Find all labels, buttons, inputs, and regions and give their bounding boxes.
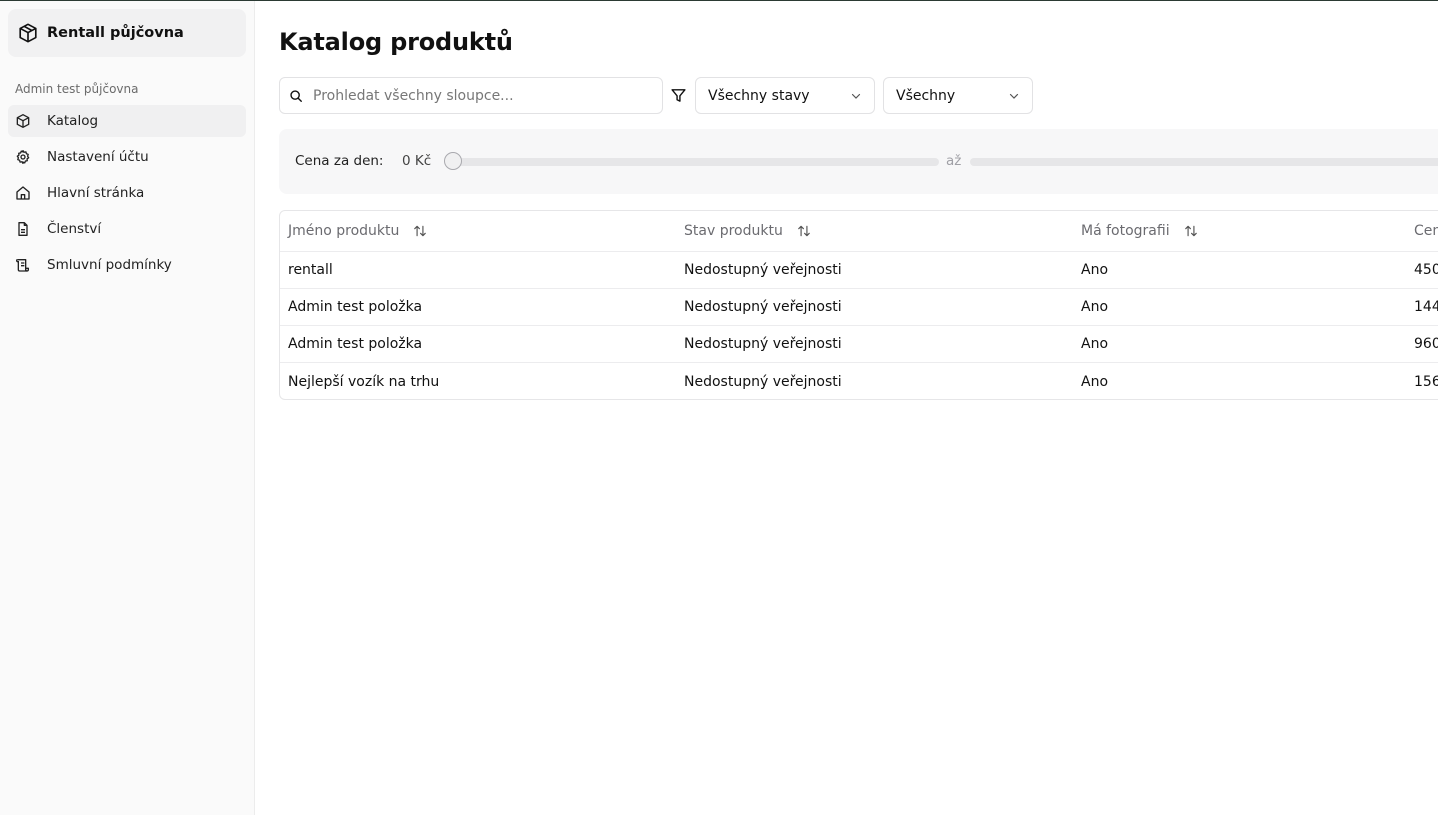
- cell-status: Nedostupný veřejnosti: [684, 336, 842, 352]
- column-header-label: Jméno produktu: [288, 223, 400, 239]
- cell-price: 1440: [1414, 299, 1438, 315]
- brand-name: Rentall půjčovna: [47, 25, 184, 41]
- search-box[interactable]: [279, 77, 663, 114]
- sidebar: Rentall půjčovna Admin test půjčovna Kat…: [0, 1, 255, 815]
- gear-icon: [16, 150, 30, 164]
- sidebar-group-label: Admin test půjčovna: [15, 82, 139, 96]
- sidebar-item-hlavni-stranka[interactable]: Hlavní stránka: [8, 177, 246, 209]
- column-header-price[interactable]: Cen: [1414, 211, 1438, 251]
- box-icon: [16, 114, 30, 128]
- sidebar-item-clenstvi[interactable]: Členství: [8, 213, 246, 245]
- scroll-icon: [16, 259, 29, 272]
- table-row[interactable]: Admin test položka Nedostupný veřejnosti…: [280, 326, 1438, 363]
- price-max-slider-track[interactable]: [970, 158, 1438, 166]
- price-filter-panel: Cena za den: 0 Kč až: [279, 129, 1438, 194]
- table-row[interactable]: rentall Nedostupný veřejnosti Ano 450: [280, 252, 1438, 289]
- search-input[interactable]: [313, 87, 643, 104]
- filter-icon[interactable]: [670, 87, 687, 104]
- table-header-row: Jméno produktu Stav produktu Má fotograf…: [280, 211, 1438, 252]
- cell-name: rentall: [288, 262, 333, 278]
- price-label: Cena za den:: [295, 153, 384, 169]
- sidebar-item-label: Členství: [47, 221, 102, 237]
- column-header-label: Cen: [1414, 223, 1438, 239]
- table-row[interactable]: Admin test položka Nedostupný veřejnosti…: [280, 289, 1438, 326]
- cell-status: Nedostupný veřejnosti: [684, 262, 842, 278]
- cell-status: Nedostupný veřejnosti: [684, 373, 842, 390]
- price-to-label: až: [946, 153, 962, 169]
- table-row[interactable]: Nejlepší vozík na trhu Nedostupný veřejn…: [280, 363, 1438, 399]
- chevron-down-icon: [851, 93, 861, 99]
- document-icon: [18, 222, 28, 236]
- status-filter-select[interactable]: Všechny stavy: [695, 77, 875, 114]
- cell-name: Admin test položka: [288, 299, 423, 315]
- price-min-slider-thumb[interactable]: [444, 152, 462, 170]
- sidebar-item-smluvni-podminky[interactable]: Smluvní podmínky: [8, 249, 246, 281]
- column-header-status[interactable]: Stav produktu: [684, 211, 811, 251]
- search-icon: [290, 89, 302, 102]
- cell-photo: Ano: [1081, 299, 1109, 315]
- column-header-label: Má fotografii: [1081, 223, 1170, 239]
- cell-photo: Ano: [1081, 262, 1109, 278]
- sort-icon: [1184, 225, 1197, 237]
- product-table: Jméno produktu Stav produktu Má fotograf…: [279, 210, 1438, 400]
- column-header-label: Stav produktu: [684, 223, 783, 239]
- chevron-down-icon: [1009, 93, 1019, 99]
- cell-photo: Ano: [1081, 373, 1109, 390]
- sidebar-item-label: Nastavení účtu: [47, 149, 149, 165]
- cell-price: 450: [1414, 262, 1438, 278]
- sort-icon: [797, 225, 810, 237]
- home-icon: [16, 186, 30, 200]
- cell-name: Admin test položka: [288, 336, 423, 352]
- brand-switcher[interactable]: Rentall půjčovna: [8, 9, 246, 57]
- sidebar-item-nastaveni-uctu[interactable]: Nastavení účtu: [8, 141, 246, 173]
- price-min-slider-track[interactable]: [447, 158, 939, 166]
- cell-price: 1560: [1414, 373, 1438, 390]
- sidebar-nav: Katalog Nastavení účtu Hlavní stránka Čl…: [8, 105, 246, 285]
- price-min-value: 0 Kč: [402, 153, 432, 169]
- sidebar-item-katalog[interactable]: Katalog: [8, 105, 246, 137]
- sidebar-item-label: Smluvní podmínky: [47, 257, 172, 273]
- cell-price: 960: [1414, 336, 1438, 352]
- sort-icon: [414, 225, 427, 237]
- sidebar-item-label: Hlavní stránka: [47, 185, 145, 201]
- cell-name: Nejlepší vozík na trhu: [288, 373, 440, 390]
- page-title: Katalog produktů: [279, 28, 513, 56]
- cell-photo: Ano: [1081, 336, 1109, 352]
- cell-status: Nedostupný veřejnosti: [684, 299, 842, 315]
- photo-filter-value: Všechny: [896, 87, 956, 104]
- status-filter-value: Všechny stavy: [708, 87, 810, 104]
- box-icon: [19, 23, 37, 43]
- column-header-name[interactable]: Jméno produktu: [288, 211, 427, 251]
- photo-filter-select[interactable]: Všechny: [883, 77, 1033, 114]
- sidebar-item-label: Katalog: [47, 113, 99, 129]
- column-header-photo[interactable]: Má fotografii: [1081, 211, 1198, 251]
